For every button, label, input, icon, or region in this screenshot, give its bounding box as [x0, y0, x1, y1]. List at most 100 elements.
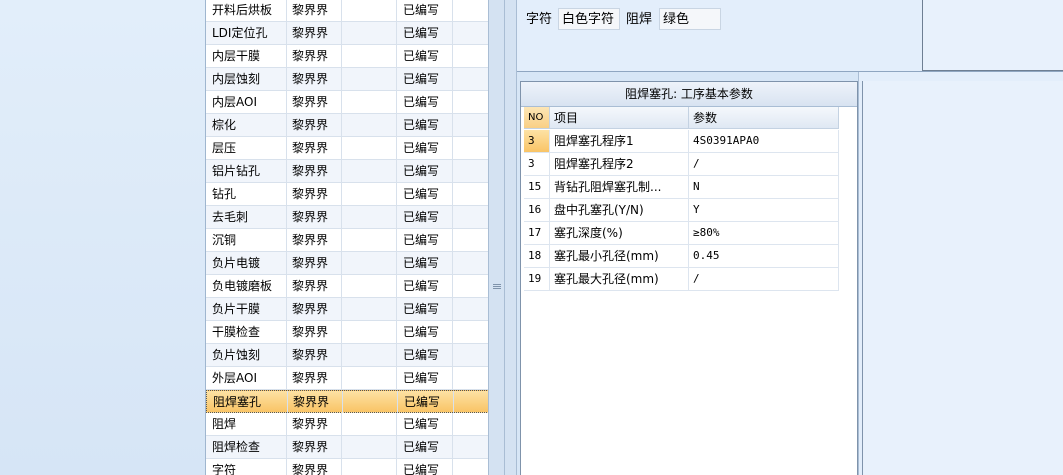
param-no-cell[interactable]: 3	[524, 130, 550, 152]
param-row[interactable]: 3 阻焊塞孔程序1 4S0391APA0	[524, 130, 839, 153]
param-row[interactable]: 17 塞孔深度(%) ≥80%	[524, 222, 839, 245]
status-cell[interactable]: 已编写	[397, 321, 453, 343]
table-row[interactable]: 内层干膜 黎界界 已编写	[206, 45, 489, 68]
blank-cell[interactable]	[342, 413, 397, 435]
blank-cell[interactable]	[342, 321, 397, 343]
user-cell[interactable]: 黎界界	[287, 0, 342, 21]
status-cell[interactable]: 已编写	[397, 367, 453, 389]
param-no-cell[interactable]: 16	[524, 199, 550, 221]
extra-cell[interactable]	[454, 391, 489, 413]
process-name-cell[interactable]: 铝片钻孔	[206, 160, 287, 182]
param-value-cell[interactable]: 0.45	[689, 245, 839, 267]
process-name-cell[interactable]: 层压	[206, 137, 287, 159]
process-name-cell[interactable]: 沉铜	[206, 229, 287, 251]
table-row[interactable]: 去毛刺 黎界界 已编写	[206, 206, 489, 229]
status-cell[interactable]: 已编写	[397, 22, 453, 44]
param-no-cell[interactable]: 3	[524, 153, 550, 175]
table-row[interactable]: 内层AOI 黎界界 已编写	[206, 91, 489, 114]
table-row[interactable]: 沉铜 黎界界 已编写	[206, 229, 489, 252]
table-row[interactable]: 铝片钻孔 黎界界 已编写	[206, 160, 489, 183]
process-name-cell[interactable]: 负片干膜	[206, 298, 287, 320]
table-row[interactable]: 字符 黎界界 已编写	[206, 459, 489, 475]
table-row[interactable]: LDI定位孔 黎界界 已编写	[206, 22, 489, 45]
process-name-cell[interactable]: 内层蚀刻	[206, 68, 287, 90]
process-name-cell[interactable]: 去毛刺	[206, 206, 287, 228]
status-cell[interactable]: 已编写	[397, 68, 453, 90]
extra-cell[interactable]	[453, 275, 489, 297]
extra-cell[interactable]	[453, 22, 489, 44]
param-item-cell[interactable]: 背钻孔阻焊塞孔制...	[550, 176, 689, 198]
table-row[interactable]: 内层蚀刻 黎界界 已编写	[206, 68, 489, 91]
table-row[interactable]: 棕化 黎界界 已编写	[206, 114, 489, 137]
table-row[interactable]: 负电镀磨板 黎界界 已编写	[206, 275, 489, 298]
param-item-cell[interactable]: 塞孔最小孔径(mm)	[550, 245, 689, 267]
user-cell[interactable]: 黎界界	[287, 344, 342, 366]
status-cell[interactable]: 已编写	[397, 459, 453, 475]
table-row[interactable]: 钻孔 黎界界 已编写	[206, 183, 489, 206]
blank-cell[interactable]	[342, 22, 397, 44]
user-cell[interactable]: 黎界界	[287, 160, 342, 182]
status-cell[interactable]: 已编写	[397, 275, 453, 297]
param-item-cell[interactable]: 盘中孔塞孔(Y/N)	[550, 199, 689, 221]
extra-cell[interactable]	[453, 344, 489, 366]
process-name-cell[interactable]: 负片电镀	[206, 252, 287, 274]
param-value-cell[interactable]: 4S0391APA0	[689, 130, 839, 152]
extra-cell[interactable]	[453, 436, 489, 458]
param-row[interactable]: 16 盘中孔塞孔(Y/N) Y	[524, 199, 839, 222]
param-row[interactable]: 18 塞孔最小孔径(mm) 0.45	[524, 245, 839, 268]
table-row[interactable]: 外层AOI 黎界界 已编写	[206, 367, 489, 390]
status-cell[interactable]: 已编写	[397, 298, 453, 320]
solder-mask-value-field[interactable]: 绿色	[659, 8, 721, 30]
user-cell[interactable]: 黎界界	[287, 229, 342, 251]
extra-cell[interactable]	[453, 298, 489, 320]
table-row[interactable]: 开料后烘板 黎界界 已编写	[206, 0, 489, 22]
user-cell[interactable]: 黎界界	[287, 459, 342, 475]
table-row[interactable]: 负片蚀刻 黎界界 已编写	[206, 344, 489, 367]
status-cell[interactable]: 已编写	[398, 391, 454, 413]
process-list-grid[interactable]: 开料后烘板 黎界界 已编写 LDI定位孔 黎界界 已编写 内层干膜 黎界界 已编写 内层蚀刻 黎界界…	[205, 0, 489, 475]
param-no-cell[interactable]: 19	[524, 268, 550, 290]
table-row[interactable]: 干膜检查 黎界界 已编写	[206, 321, 489, 344]
extra-cell[interactable]	[453, 252, 489, 274]
user-cell[interactable]: 黎界界	[287, 206, 342, 228]
process-name-cell[interactable]: 阻焊塞孔	[207, 391, 288, 413]
table-row[interactable]: 负片电镀 黎界界 已编写	[206, 252, 489, 275]
param-item-cell[interactable]: 阻焊塞孔程序1	[550, 130, 689, 152]
blank-cell[interactable]	[342, 114, 397, 136]
extra-cell[interactable]	[453, 160, 489, 182]
user-cell[interactable]: 黎界界	[287, 367, 342, 389]
extra-cell[interactable]	[453, 206, 489, 228]
user-cell[interactable]: 黎界界	[287, 413, 342, 435]
extra-cell[interactable]	[453, 367, 489, 389]
extra-cell[interactable]	[453, 321, 489, 343]
splitter-grip-icon[interactable]	[493, 284, 501, 290]
param-item-cell[interactable]: 阻焊塞孔程序2	[550, 153, 689, 175]
blank-cell[interactable]	[342, 252, 397, 274]
blank-cell[interactable]	[342, 183, 397, 205]
process-name-cell[interactable]: 阻焊检查	[206, 436, 287, 458]
param-no-cell[interactable]: 17	[524, 222, 550, 244]
status-cell[interactable]: 已编写	[397, 137, 453, 159]
blank-cell[interactable]	[342, 229, 397, 251]
blank-cell[interactable]	[342, 436, 397, 458]
blank-cell[interactable]	[342, 298, 397, 320]
user-cell[interactable]: 黎界界	[287, 321, 342, 343]
user-cell[interactable]: 黎界界	[287, 68, 342, 90]
status-cell[interactable]: 已编写	[397, 91, 453, 113]
user-cell[interactable]: 黎界界	[287, 436, 342, 458]
extra-cell[interactable]	[453, 45, 489, 67]
status-cell[interactable]: 已编写	[397, 114, 453, 136]
blank-cell[interactable]	[342, 68, 397, 90]
blank-cell[interactable]	[342, 344, 397, 366]
user-cell[interactable]: 黎界界	[287, 45, 342, 67]
status-cell[interactable]: 已编写	[397, 413, 453, 435]
col-header-value[interactable]: 参数	[689, 107, 839, 129]
vertical-splitter[interactable]	[488, 0, 505, 475]
status-cell[interactable]: 已编写	[397, 344, 453, 366]
table-row[interactable]: 阻焊塞孔 黎界界 已编写	[206, 390, 489, 413]
process-name-cell[interactable]: 阻焊	[206, 413, 287, 435]
blank-cell[interactable]	[342, 459, 397, 475]
col-header-item[interactable]: 项目	[550, 107, 689, 129]
blank-cell[interactable]	[342, 0, 397, 21]
user-cell[interactable]: 黎界界	[288, 391, 343, 413]
